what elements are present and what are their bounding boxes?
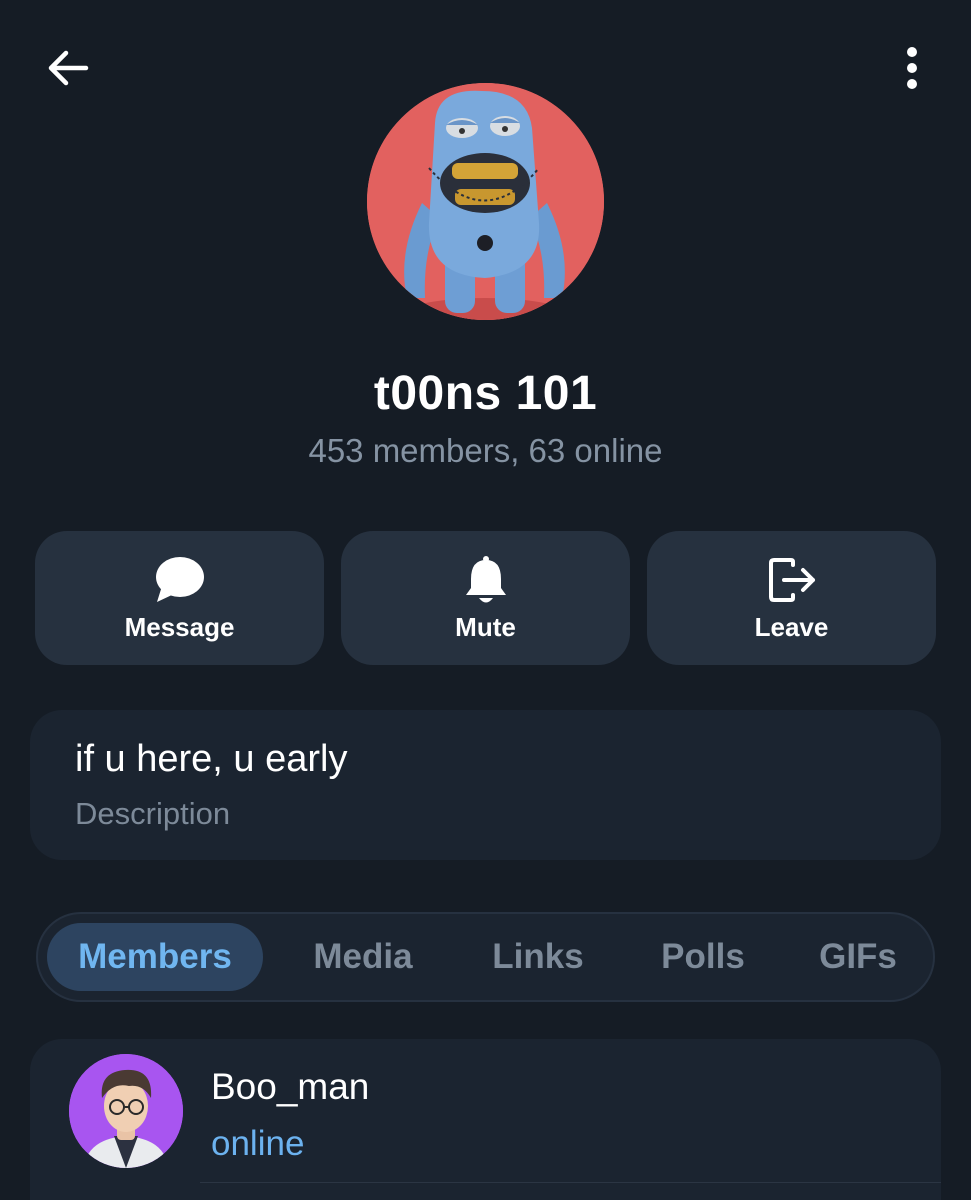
divider [200, 1182, 941, 1183]
cartoon-boy-avatar [69, 1054, 183, 1168]
clay-monster-avatar [367, 83, 604, 320]
list-item[interactable]: Boo_man online [30, 1039, 941, 1189]
arrow-left-icon [48, 50, 89, 86]
group-info-screen: t00ns 101 453 members, 63 online Message… [0, 0, 971, 1200]
more-options-button[interactable] [884, 40, 940, 96]
tab-links[interactable]: Links [468, 923, 608, 991]
members-list: Boo_man online [30, 1039, 941, 1200]
tab-gifs[interactable]: GIFs [798, 923, 918, 991]
profile-tabs: Members Media Links Polls GIFs [36, 912, 935, 1002]
back-button[interactable] [40, 40, 96, 96]
leave-icon [766, 554, 818, 606]
group-member-count: 453 members, 63 online [308, 432, 663, 469]
member-name: Boo_man [211, 1066, 370, 1107]
tab-polls[interactable]: Polls [638, 923, 768, 991]
more-vertical-icon [907, 47, 917, 89]
member-status: online [211, 1124, 305, 1163]
bell-icon [460, 554, 512, 606]
mute-button[interactable]: Mute [341, 531, 630, 665]
leave-button[interactable]: Leave [647, 531, 936, 665]
group-title: t00ns 101 [373, 367, 598, 420]
tab-media[interactable]: Media [288, 923, 438, 991]
description-label: Description [75, 796, 231, 831]
tab-members[interactable]: Members [47, 923, 263, 991]
group-avatar[interactable] [367, 83, 604, 320]
avatar [69, 1054, 183, 1168]
chat-bubble-icon [154, 554, 206, 606]
mute-button-label: Mute [455, 611, 516, 642]
description-text: if u here, u early [75, 738, 348, 780]
description-card: if u here, u early Description [30, 710, 941, 860]
message-button[interactable]: Message [35, 531, 324, 665]
leave-button-label: Leave [754, 611, 829, 642]
message-button-label: Message [124, 611, 235, 642]
